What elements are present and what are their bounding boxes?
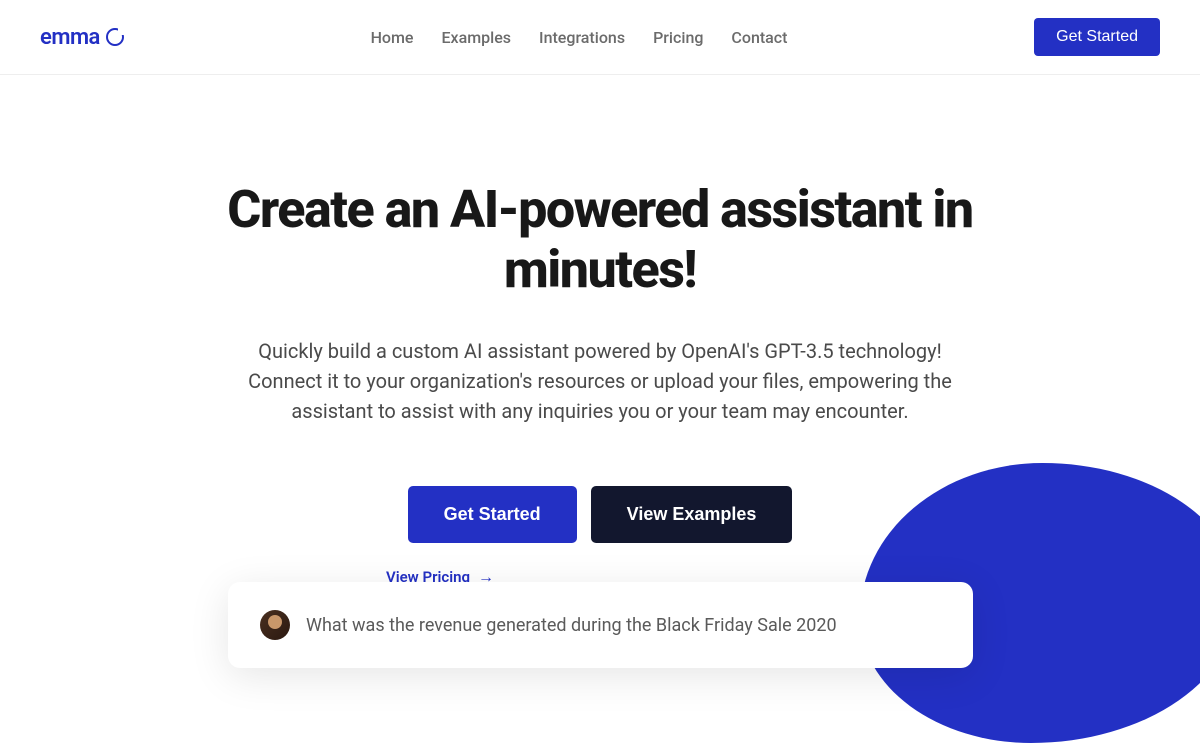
nav-pricing[interactable]: Pricing bbox=[653, 28, 703, 47]
header: emma Home Examples Integrations Pricing … bbox=[0, 0, 1200, 75]
nav-examples[interactable]: Examples bbox=[442, 28, 512, 47]
avatar bbox=[260, 610, 290, 640]
view-examples-button[interactable]: View Examples bbox=[591, 486, 793, 543]
main-nav: Home Examples Integrations Pricing Conta… bbox=[371, 28, 788, 47]
hero-section: Create an AI-powered assistant in minute… bbox=[175, 75, 1025, 587]
logo-text: emma bbox=[40, 25, 100, 50]
chat-message-text: What was the revenue generated during th… bbox=[306, 615, 837, 636]
chat-message-row: What was the revenue generated during th… bbox=[260, 610, 941, 640]
nav-contact[interactable]: Contact bbox=[731, 28, 787, 47]
nav-integrations[interactable]: Integrations bbox=[539, 28, 625, 47]
logo-circle-icon bbox=[106, 28, 124, 46]
logo[interactable]: emma bbox=[40, 25, 124, 50]
hero-title: Create an AI-powered assistant in minute… bbox=[175, 180, 1025, 300]
chat-preview-card: What was the revenue generated during th… bbox=[228, 582, 973, 668]
get-started-button[interactable]: Get Started bbox=[408, 486, 577, 543]
header-get-started-button[interactable]: Get Started bbox=[1034, 18, 1160, 56]
nav-home[interactable]: Home bbox=[371, 28, 414, 47]
hero-description: Quickly build a custom AI assistant powe… bbox=[220, 336, 980, 426]
